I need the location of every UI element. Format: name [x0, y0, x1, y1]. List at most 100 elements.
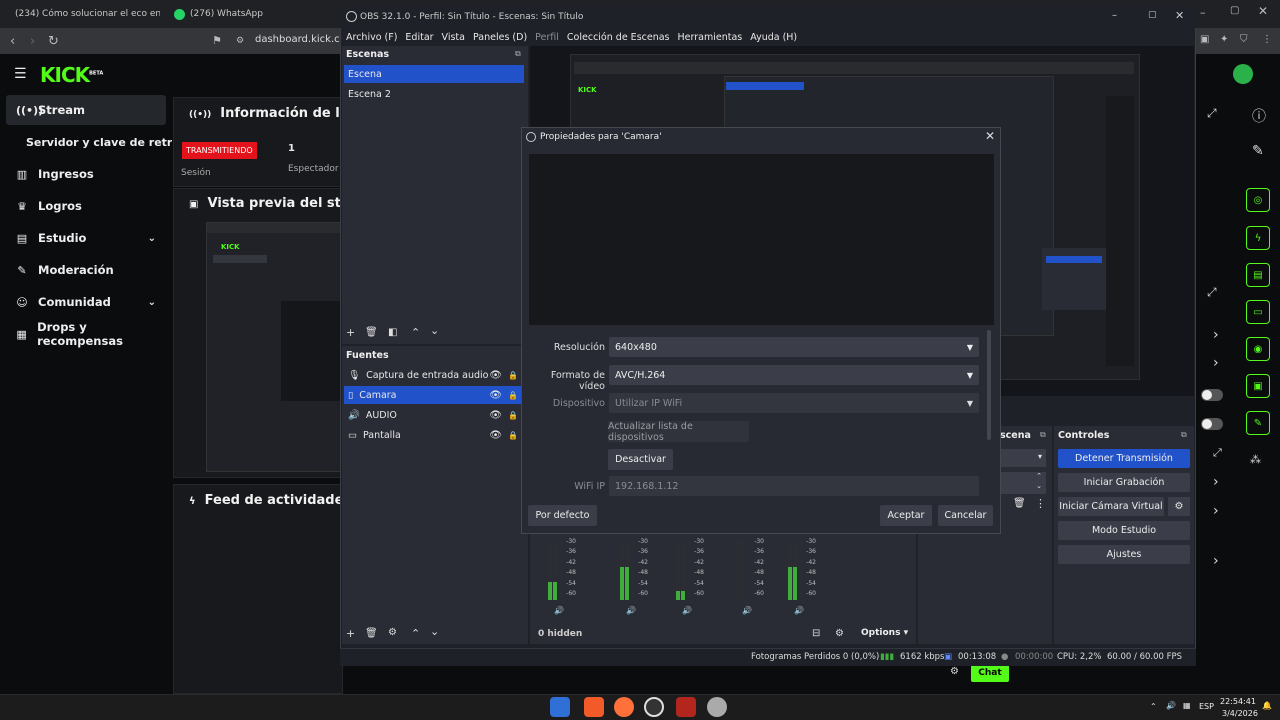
eye-icon[interactable]: 👁 — [489, 430, 502, 441]
options-button[interactable]: Options ▾ — [861, 628, 908, 638]
eye-icon[interactable]: 👁 — [489, 410, 502, 421]
app-icon[interactable] — [676, 697, 696, 717]
maximize-window-icon[interactable]: ▢ — [1148, 10, 1157, 20]
volume-icon[interactable]: 🔊 — [626, 606, 636, 615]
menu-perfil[interactable]: Perfil — [535, 32, 559, 43]
wifi-ip-field[interactable]: 192.168.1.12 — [609, 476, 979, 496]
move-down-icon[interactable]: ⌄ — [430, 625, 439, 638]
close-window-icon[interactable]: ✕ — [1258, 4, 1268, 18]
obs-taskbar-icon[interactable] — [644, 697, 664, 717]
edit-icon[interactable]: ✎ — [1252, 143, 1264, 159]
scene-item[interactable]: Escena 2 — [344, 85, 524, 103]
menu-coleccion-escenas[interactable]: Colección de Escenas — [567, 32, 670, 43]
chat-tool-icon[interactable]: ▭ — [1246, 300, 1270, 324]
nodes-icon[interactable]: ⁂ — [1250, 453, 1261, 466]
wrench-tool-icon[interactable]: ✎ — [1246, 411, 1270, 435]
stop-streaming-button[interactable]: Detener Transmisión — [1058, 449, 1190, 468]
bookmark-icon[interactable]: ⚑ — [212, 34, 222, 47]
source-item[interactable]: ▭ Pantalla 👁 🔒 — [344, 426, 524, 444]
trash-icon[interactable]: 🗑 — [365, 628, 378, 639]
chevron-up-icon[interactable]: ⌃ — [1150, 702, 1157, 711]
sidebar-item-comunidad[interactable]: ☺ Comunidad ⌄ — [6, 287, 166, 317]
refresh-devices-button[interactable]: Actualizar lista de dispositivos — [608, 421, 749, 443]
firefox-icon[interactable] — [614, 697, 634, 717]
source-item[interactable]: 🎙 Captura de entrada audio 👁 🔒 — [344, 366, 524, 384]
minimize-window-icon[interactable]: – — [1112, 10, 1117, 21]
translate-icon[interactable]: ✦ — [1220, 34, 1228, 45]
network-icon[interactable]: ▦ — [1183, 701, 1191, 710]
sidebar-item-ingresos[interactable]: ▥ Ingresos — [6, 159, 166, 189]
menu-herramientas[interactable]: Herramientas — [678, 32, 743, 43]
lock-icon[interactable]: 🔒 — [508, 371, 518, 380]
start-menu-icon[interactable] — [550, 697, 570, 717]
hamburger-icon[interactable]: ☰ — [14, 66, 27, 82]
lock-icon[interactable]: 🔒 — [508, 391, 518, 400]
language-indicator[interactable]: ESP — [1199, 702, 1214, 711]
expand-icon[interactable]: ⤢ — [1207, 285, 1217, 300]
duration-stepper[interactable]: ⌃ ⌄ — [1000, 472, 1046, 494]
menu-icon[interactable]: ⋮ — [1262, 34, 1272, 45]
chevron-right-icon[interactable]: › — [1213, 355, 1219, 371]
move-up-icon[interactable]: ⌃ — [411, 326, 420, 339]
device-select[interactable]: Utilizar IP WiFi ▼ — [609, 393, 979, 413]
lightning-tool-icon[interactable]: ϟ — [1246, 226, 1270, 250]
menu-editar[interactable]: Editar — [405, 32, 433, 43]
sidebar-item-logros[interactable]: ♛ Logros — [6, 191, 166, 221]
layout-icon[interactable]: ⊟ — [812, 628, 820, 639]
scene-item[interactable]: Escena — [344, 65, 524, 83]
chat-button[interactable]: Chat — [971, 664, 1009, 682]
chevron-right-icon[interactable]: › — [1213, 553, 1219, 569]
gear-icon[interactable]: ⚙ — [388, 627, 397, 638]
menu-vista[interactable]: Vista — [442, 32, 465, 43]
source-item[interactable]: 🔊 AUDIO 👁 🔒 — [344, 406, 524, 424]
close-icon[interactable]: ✕ — [985, 129, 995, 143]
undock-icon[interactable]: ⧉ — [1040, 430, 1046, 440]
toggle-switch[interactable] — [1201, 389, 1223, 401]
volume-icon[interactable]: 🔊 — [1166, 701, 1176, 710]
add-icon[interactable]: + — [346, 627, 355, 640]
menu-archivo[interactable]: Archivo (F) — [346, 32, 397, 43]
trash-icon[interactable]: 🗑 — [365, 327, 378, 338]
expand-icon[interactable]: ⤢ — [1207, 106, 1217, 121]
sidebar-item-server-key[interactable]: Servidor y clave de retransm — [6, 127, 172, 157]
minimize-window-icon[interactable]: – — [1200, 6, 1206, 19]
trash-icon[interactable]: 🗑 — [1013, 498, 1026, 509]
reload-icon[interactable]: ↻ — [48, 34, 59, 49]
settings-button[interactable]: Ajustes — [1058, 545, 1190, 564]
eye-icon[interactable]: 👁 — [489, 370, 502, 381]
undock-icon[interactable]: ⧉ — [515, 49, 521, 59]
menu-ayuda[interactable]: Ayuda (H) — [750, 32, 797, 43]
volume-icon[interactable]: 🔊 — [554, 606, 564, 615]
sidebar-item-stream[interactable]: ((•)) Stream — [6, 95, 166, 125]
eye-icon[interactable]: 👁 — [489, 390, 502, 401]
clock-time[interactable]: 22:54:41 — [1220, 697, 1256, 706]
volume-icon[interactable]: 🔊 — [794, 606, 804, 615]
chevron-right-icon[interactable]: › — [1213, 474, 1219, 490]
browser-tab-youtube[interactable]: (234) Cómo solucionar el eco en OBS — [10, 4, 160, 24]
move-down-icon[interactable]: ⌄ — [430, 324, 439, 337]
kick-logo[interactable]: KICKBETA — [40, 63, 103, 87]
shield-icon[interactable]: ⛉ — [1240, 34, 1248, 45]
virtual-camera-settings-icon[interactable]: ⚙ — [1168, 497, 1190, 516]
scrollbar[interactable] — [987, 330, 991, 440]
settings-icon[interactable]: ⚙ — [950, 666, 959, 677]
volume-icon[interactable]: 🔊 — [742, 606, 752, 615]
add-icon[interactable]: + — [346, 326, 355, 339]
accept-button[interactable]: Aceptar — [880, 505, 932, 526]
maximize-window-icon[interactable]: ▢ — [1230, 5, 1239, 16]
move-up-icon[interactable]: ⌃ — [411, 627, 420, 640]
chevron-right-icon[interactable]: › — [1213, 503, 1219, 519]
volume-icon[interactable]: 🔊 — [682, 606, 692, 615]
info-icon[interactable]: ⓘ — [1252, 106, 1266, 126]
app-icon[interactable] — [707, 697, 727, 717]
layout-tool-icon[interactable]: ▣ — [1246, 374, 1270, 398]
cancel-button[interactable]: Cancelar — [938, 505, 993, 526]
clock-date[interactable]: 3/4/2026 — [1222, 709, 1258, 718]
sidebar-icon[interactable]: ▣ — [1200, 34, 1209, 45]
forward-icon[interactable]: › — [30, 34, 35, 49]
brave-icon[interactable] — [584, 697, 604, 717]
camera-tool-icon[interactable]: ◎ — [1246, 188, 1270, 212]
external-link-icon[interactable]: ⤢ — [1213, 446, 1222, 460]
toggle-switch[interactable] — [1201, 418, 1223, 430]
notifications-icon[interactable]: 🔔 — [1262, 701, 1272, 710]
